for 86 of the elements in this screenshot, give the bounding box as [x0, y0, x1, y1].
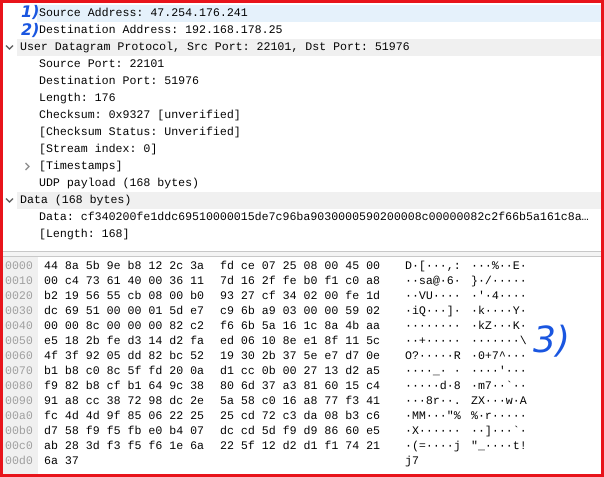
hex-bytes: 6a 37: [44, 454, 80, 469]
offset-label: 0090: [4, 394, 34, 409]
offset-label: 0010: [4, 274, 34, 289]
offset-label: 0060: [4, 349, 34, 364]
chevron-down-icon[interactable]: [5, 44, 14, 51]
tree-row[interactable]: [Timestamps]: [3, 158, 601, 175]
ascii-text: ···8r··.: [405, 394, 462, 409]
ascii-text: ·X······: [405, 424, 462, 439]
ascii-text: ·iQ···]·: [405, 304, 462, 319]
hex-bytes: f6 6b 5a 16 1c 8a 4b aa: [220, 319, 382, 334]
hex-bytes: c9 6b a9 03 00 00 59 02: [220, 304, 382, 319]
tree-row[interactable]: Destination Address: 192.168.178.25: [37, 22, 601, 39]
hex-bytes: f9 82 b8 cf b1 64 9c 38: [44, 379, 206, 394]
tree-row[interactable]: [Stream index: 0]: [3, 141, 601, 158]
ascii-text: ·MM···"%: [405, 409, 462, 424]
hex-bytes: 80 6d 37 a3 81 60 15 c4: [220, 379, 382, 394]
offset-label: 0000: [4, 259, 34, 274]
hex-bytes: b2 19 56 55 cb 08 00 b0: [44, 289, 206, 304]
hex-bytes: 5a 58 c0 16 a8 77 f3 41: [220, 394, 382, 409]
offset-label: 00c0: [4, 439, 34, 454]
tree-row[interactable]: Source Address: 47.254.176.241: [37, 5, 601, 22]
offset-label: 00b0: [4, 424, 34, 439]
ascii-text: ·k····Y·: [471, 304, 527, 319]
ascii-text: ···%··E·: [471, 259, 527, 274]
tree-row[interactable]: Length: 176: [3, 90, 601, 107]
annotation-label: 3): [533, 321, 570, 361]
ascii-text: ZX···w·A: [471, 394, 527, 409]
offset-label: 00a0: [4, 409, 34, 424]
tree-row[interactable]: UDP payload (168 bytes): [3, 175, 601, 192]
hex-bytes: dc cd 5d f9 d9 86 60 e5: [220, 424, 382, 439]
hex-bytes: 44 8a 5b 9e b8 12 2c 3a: [44, 259, 206, 274]
hex-bytes: d1 cc 0b 00 27 13 d2 a5: [220, 364, 382, 379]
hex-bytes: e5 18 2b fe d3 14 d2 fa: [44, 334, 206, 349]
tree-row[interactable]: Checksum: 0x9327 [unverified]: [3, 107, 601, 124]
hex-bytes: 22 5f 12 d2 d1 f1 74 21: [220, 439, 382, 454]
annotation-label: 2): [21, 21, 40, 38]
offset-label: 0040: [4, 319, 34, 334]
hex-bytes: 93 27 cf 34 02 00 fe 1d: [220, 289, 382, 304]
hex-bytes: 91 a8 cc 38 72 98 dc 2e: [44, 394, 206, 409]
ascii-text: }·/·····: [471, 274, 527, 289]
hex-bytes: fc 4d 4d 9f 85 06 22 25: [44, 409, 206, 424]
ascii-text: %·r·····: [471, 409, 527, 424]
ascii-text: ·m7··`··: [471, 379, 527, 394]
ascii-text: ··VU····: [405, 289, 462, 304]
offset-label: 0020: [4, 289, 34, 304]
ascii-text: ·······\: [471, 334, 527, 349]
hex-bytes: 25 cd 72 c3 da 08 b3 c6: [220, 409, 382, 424]
tree-row[interactable]: [Length: 168]: [3, 226, 601, 243]
hex-bytes: 7d 16 2f fe b0 f1 c0 a8: [220, 274, 382, 289]
hex-bytes: 00 00 8c 00 00 00 82 c2: [44, 319, 206, 334]
tree-row[interactable]: Source Port: 22101: [3, 56, 601, 73]
offset-label: 0070: [4, 364, 34, 379]
ascii-text: ········: [405, 319, 462, 334]
ascii-text: D·[···,:: [405, 259, 462, 274]
hex-bytes: fd ce 07 25 08 00 45 00: [220, 259, 382, 274]
ascii-text: j7: [405, 454, 420, 469]
ascii-text: "_····t!: [471, 439, 527, 454]
ascii-text: ·0+7^···: [471, 349, 527, 364]
ascii-text: ··+·····: [405, 334, 462, 349]
ascii-text: ····_· ·: [405, 364, 462, 379]
hex-bytes: 00 c4 73 61 40 00 36 11: [44, 274, 206, 289]
offset-label: 00d0: [4, 454, 34, 469]
ascii-text: ··sa@·6·: [405, 274, 462, 289]
chevron-right-icon[interactable]: [24, 162, 31, 171]
ascii-text: ··]···`·: [471, 424, 527, 439]
ascii-text: ·(=····j: [405, 439, 462, 454]
tree-row[interactable]: [Checksum Status: Unverified]: [3, 124, 601, 141]
hex-bytes: d7 58 f9 f5 fb e0 b4 07: [44, 424, 206, 439]
tree-row[interactable]: Destination Port: 51976: [3, 73, 601, 90]
offset-label: 0030: [4, 304, 34, 319]
chevron-down-icon[interactable]: [5, 197, 14, 204]
ascii-text: ·····d·8: [405, 379, 462, 394]
hex-bytes: 19 30 2b 37 5e e7 d7 0e: [220, 349, 382, 364]
ascii-text: O?·····R: [405, 349, 462, 364]
offset-label: 0050: [4, 334, 34, 349]
hex-bytes: ab 28 3d f3 f5 f6 1e 6a: [44, 439, 206, 454]
ascii-text: ·'·4····: [471, 289, 527, 304]
ascii-text: ·kZ···K·: [471, 319, 527, 334]
hex-bytes: 4f 3f 92 05 dd 82 bc 52: [44, 349, 206, 364]
hex-bytes: b1 b8 c0 8c 5f fd 20 0a: [44, 364, 206, 379]
annotation-label: 1): [21, 3, 40, 20]
tree-row[interactable]: Data: cf340200fe1ddc69510000015de7c96ba9030000590200008c00000082c2f66b5a161c8a…: [3, 209, 601, 226]
offset-label: 0080: [4, 379, 34, 394]
hex-bytes: dc 69 51 00 00 01 5d e7: [44, 304, 206, 319]
ascii-text: ····'···: [471, 364, 527, 379]
hex-bytes: ed 06 10 8e e1 8f 11 5c: [220, 334, 382, 349]
